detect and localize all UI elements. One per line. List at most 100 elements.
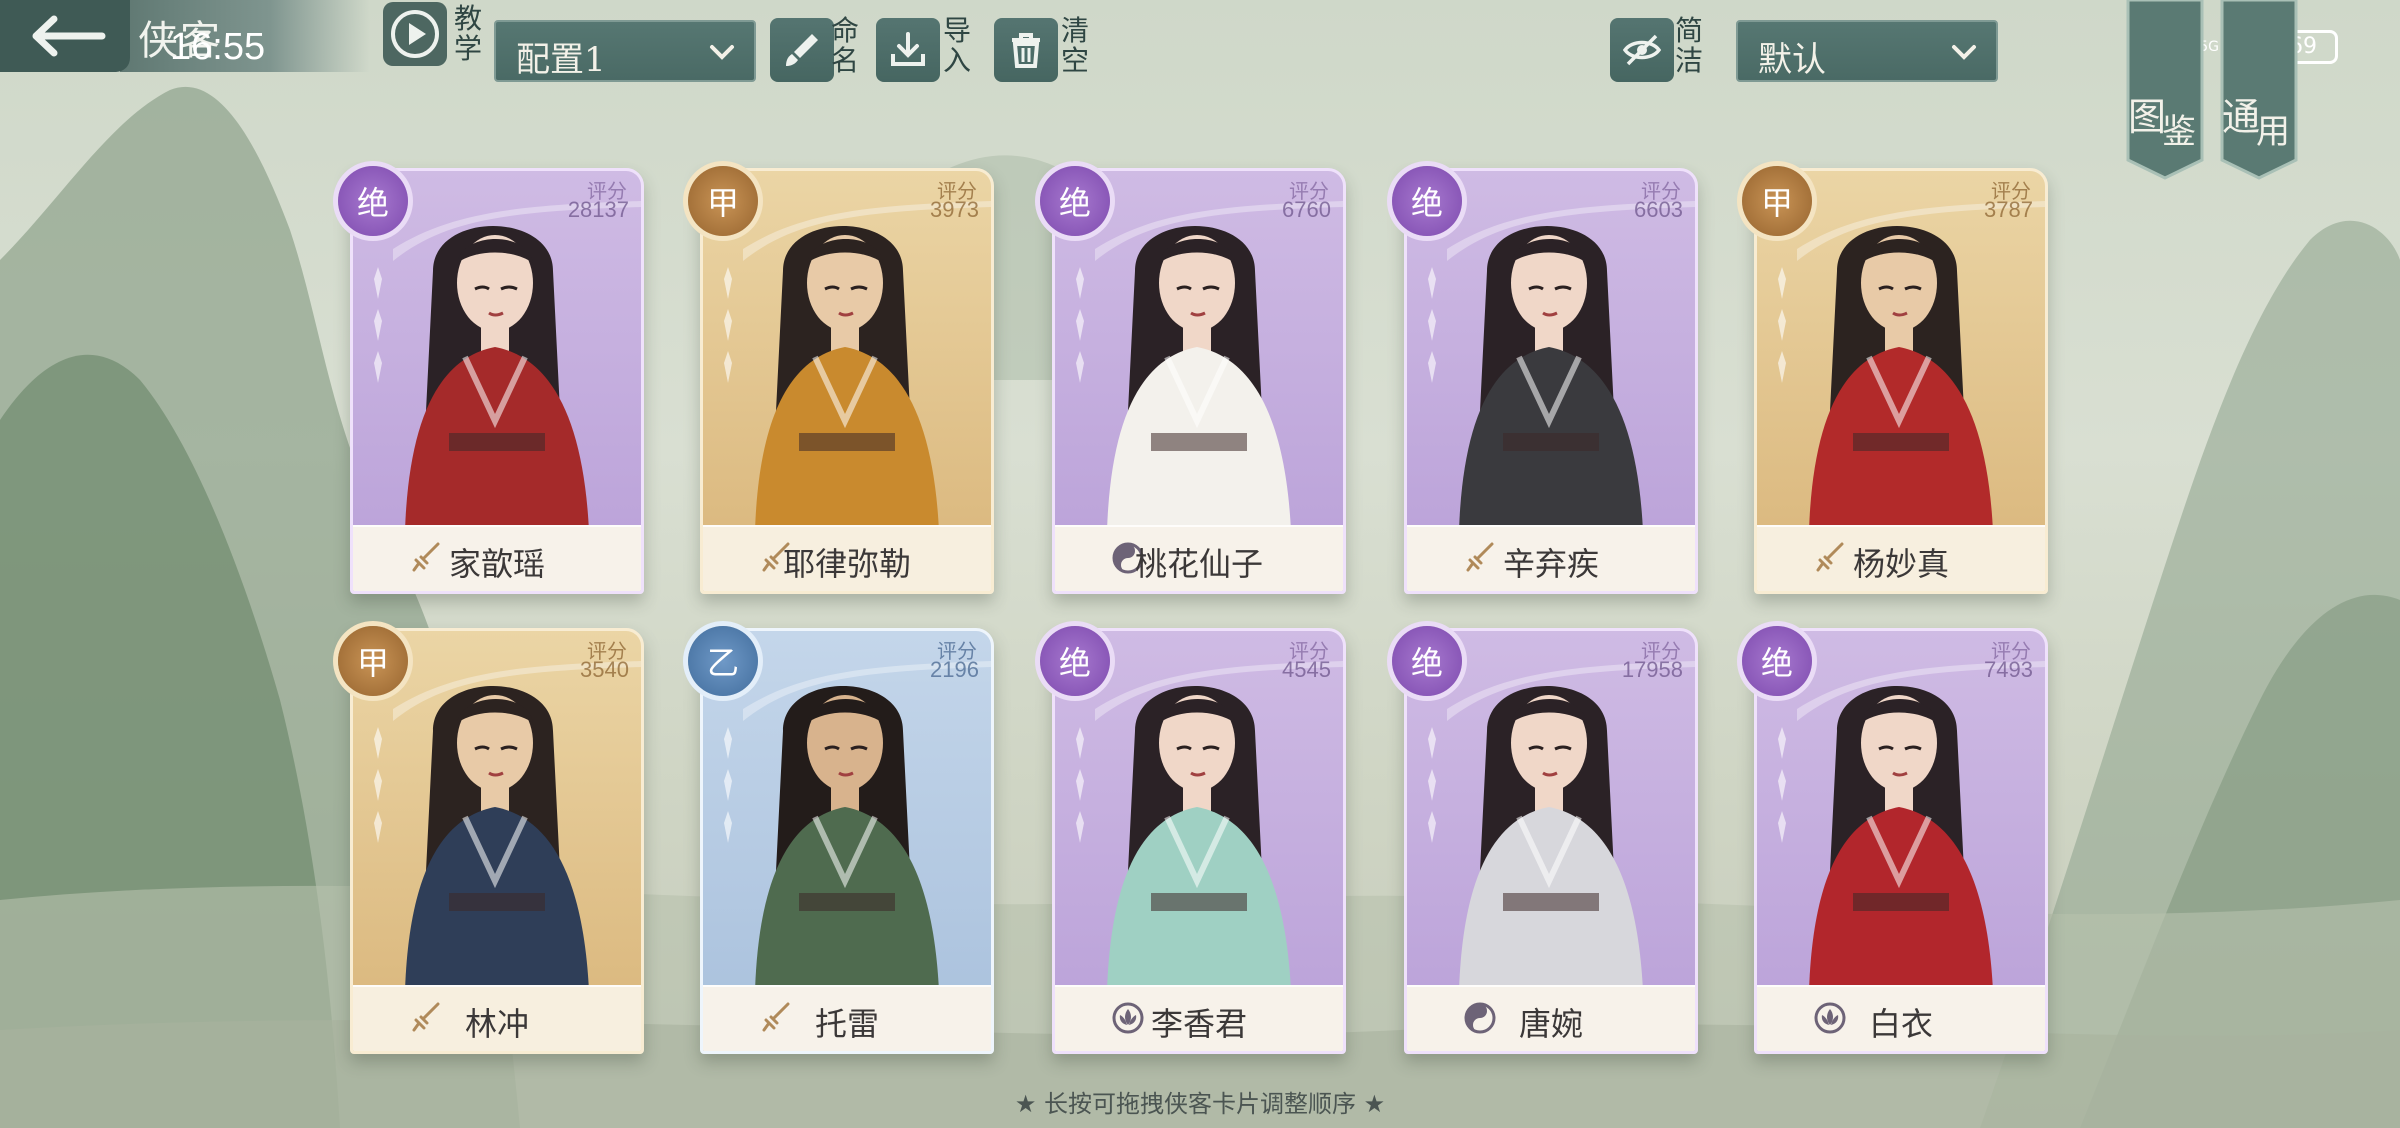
name-plate: 家歆瑶 [353,525,641,591]
tier-badge: 绝 [1392,166,1462,236]
config-select[interactable]: 配置1 [494,20,756,82]
sort-select[interactable]: 默认 [1736,20,1998,82]
tier-badge: 绝 [1392,626,1462,696]
star-pips [367,259,397,391]
drag-hint: ★ 长按可拖拽侠客卡片调整顺序 ★ [1014,1090,1386,1118]
hero-name: 耶律弥勒 [782,545,911,583]
star-pips [1771,259,1801,391]
tier-badge: 绝 [1040,626,1110,696]
chevron-down-icon [710,45,734,60]
card-frame: 评分 6603 辛弃疾 [1404,168,1698,594]
card-frame: 评分 7493 白衣 [1754,628,2048,1054]
hero-card[interactable]: 评分 4545 李香君 绝 [1040,626,1346,1058]
hero-card[interactable]: 评分 28137 家歆瑶 绝 [338,166,644,598]
hero-name: 桃花仙子 [1134,545,1263,583]
hero-card[interactable]: 评分 6760 桃花仙子 绝 [1040,166,1346,598]
hero-name: 托雷 [814,1005,879,1043]
tier-badge: 绝 [1742,626,1812,696]
card-frame: 评分 17958 唐婉 [1404,628,1698,1054]
card-frame: 评分 6760 桃花仙子 [1052,168,1346,594]
rating-value: 4545 [1282,657,1331,682]
name-plate: 耶律弥勒 [703,525,991,591]
general-banner[interactable]: 通 用 [2216,0,2302,180]
rating-value: 2196 [930,657,979,682]
back-arrow-icon [32,15,106,57]
name-plate: 李香君 [1055,985,1343,1051]
import-button[interactable] [876,18,940,82]
card-frame: 评分 3787 杨妙真 [1754,168,2048,594]
top-bar: 侠客 16:55 教学 配置1 命名 导入 清空 简洁 默认 [0,0,2400,90]
hero-card[interactable]: 评分 3973 耶律弥勒 甲 [688,166,994,598]
simple-mode-label: 简洁 [1674,14,1703,77]
card-frame: 评分 4545 李香君 [1052,628,1346,1054]
sort-select-value: 默认 [1758,40,1826,80]
card-frame: 评分 28137 家歆瑶 [350,168,644,594]
rating-value: 17958 [1621,657,1683,682]
star-pips [367,719,397,851]
star-pips [717,259,747,391]
clear-label: 清空 [1060,14,1089,77]
rating-value: 6603 [1634,197,1683,222]
star-pips [1421,719,1451,851]
name-plate: 白衣 [1757,985,2045,1051]
status-time: 16:55 [170,26,266,68]
rename-button[interactable] [770,18,834,82]
rating-value: 3973 [930,197,979,222]
tutorial-label: 教学 [453,2,482,65]
tier-badge: 甲 [688,166,758,236]
tier-badge: 乙 [688,626,758,696]
hero-card[interactable]: 评分 3787 杨妙真 甲 [1742,166,2048,598]
star-pips [1069,259,1099,391]
hero-name: 杨妙真 [1852,545,1949,583]
rename-label: 命名 [830,14,859,77]
card-frame: 评分 3540 林冲 [350,628,644,1054]
card-frame: 评分 3973 耶律弥勒 [700,168,994,594]
name-plate: 桃花仙子 [1055,525,1343,591]
tier-badge: 甲 [1742,166,1812,236]
name-plate: 唐婉 [1407,985,1695,1051]
tier-badge: 绝 [338,166,408,236]
eye-hidden-icon [1622,34,1662,66]
rating-value: 3540 [580,657,629,682]
rating-value: 28137 [567,197,629,222]
hero-name: 李香君 [1150,1005,1247,1043]
chevron-down-icon [1952,45,1976,60]
gallery-banner[interactable]: 图 鉴 [2122,0,2208,180]
hero-name: 白衣 [1868,1005,1933,1043]
card-frame: 评分 2196 托雷 [700,628,994,1054]
hero-card[interactable]: 评分 17958 唐婉 绝 [1392,626,1698,1058]
general-label-b: 用 [2256,112,2290,152]
hero-card[interactable]: 评分 3540 林冲 甲 [338,626,644,1058]
star-pips [1771,719,1801,851]
play-icon [391,10,439,58]
trash-icon [1012,33,1040,68]
clear-button[interactable] [994,18,1058,82]
hero-card[interactable]: 评分 2196 托雷 乙 [688,626,994,1058]
simple-mode-button[interactable] [1610,18,1674,82]
hero-name: 唐婉 [1518,1005,1583,1043]
back-button[interactable] [0,0,130,72]
hero-name: 林冲 [464,1005,529,1043]
rating-value: 6760 [1282,197,1331,222]
hero-name: 家歆瑶 [448,545,545,583]
import-label: 导入 [942,14,971,77]
config-select-value: 配置1 [516,40,606,80]
hero-card[interactable]: 评分 7493 白衣 绝 [1742,626,2048,1058]
gallery-label-b: 鉴 [2162,112,2196,152]
name-plate: 杨妙真 [1757,525,2045,591]
rating-value: 7493 [1984,657,2033,682]
download-icon [891,32,925,66]
star-pips [717,719,747,851]
tier-badge: 绝 [1040,166,1110,236]
hero-card[interactable]: 评分 6603 辛弃疾 绝 [1392,166,1698,598]
name-plate: 辛弃疾 [1407,525,1695,591]
gallery-label-a: 图 [2128,95,2167,139]
name-plate: 托雷 [703,985,991,1051]
hero-name: 辛弃疾 [1502,545,1599,583]
star-pips [1069,719,1099,851]
rating-value: 3787 [1984,197,2033,222]
tier-badge: 甲 [338,626,408,696]
general-label-a: 通 [2222,95,2261,139]
star-pips [1421,259,1451,391]
tutorial-button[interactable] [383,2,447,66]
